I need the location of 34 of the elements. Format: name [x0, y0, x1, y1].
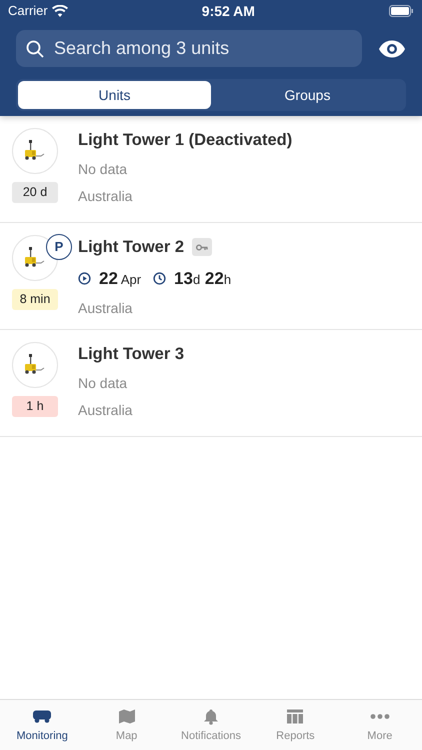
- age-label: 1 h: [12, 396, 58, 417]
- status-text: No data: [78, 374, 128, 393]
- location-text: Australia: [78, 186, 134, 206]
- light-tower-icon: [23, 140, 47, 162]
- map-icon: [116, 708, 137, 725]
- tab[interactable]: Groups: [211, 81, 404, 109]
- status-text: No data: [78, 160, 128, 179]
- light-tower-icon: [23, 247, 47, 269]
- van-icon: [32, 708, 52, 725]
- search-field[interactable]: Search among 3 units: [16, 30, 362, 67]
- unit-name: Light Tower 3: [78, 344, 184, 365]
- trip-duration: 13d 22h: [174, 268, 232, 290]
- clock-label: 9:52 AM: [202, 2, 255, 20]
- parked-badge: P: [46, 234, 72, 260]
- age-label: 8 min: [12, 289, 58, 310]
- carrier-label: Carrier: [8, 2, 48, 20]
- trip-date: 22 Apr: [99, 268, 142, 290]
- location-text: Australia: [78, 400, 134, 420]
- play-icon: [78, 272, 91, 286]
- unit-name: Light Tower 2: [78, 237, 184, 258]
- light-tower-icon: [23, 354, 47, 376]
- tab[interactable]: Units: [18, 81, 211, 109]
- unit-row[interactable]: 20 d Light Tower 1 (Deactivated) No data Australia: [0, 116, 422, 223]
- battery-icon: [389, 5, 414, 17]
- wifi-icon: [52, 5, 68, 17]
- clock-icon: [153, 272, 166, 286]
- visibility-eye-icon[interactable]: [378, 40, 406, 58]
- table-icon: [285, 708, 306, 725]
- unit-name: Light Tower 1 (Deactivated): [78, 130, 292, 151]
- unit-row[interactable]: 1 h Light Tower 3 No data Australia: [0, 330, 422, 437]
- unit-row[interactable]: 8 min P Light Tower 2 22 Apr 13d 22h Australia: [0, 223, 422, 330]
- location-text: Australia: [78, 298, 134, 318]
- age-label: 20 d: [12, 182, 58, 203]
- tab-bar-item[interactable]: Monitoring: [0, 700, 84, 750]
